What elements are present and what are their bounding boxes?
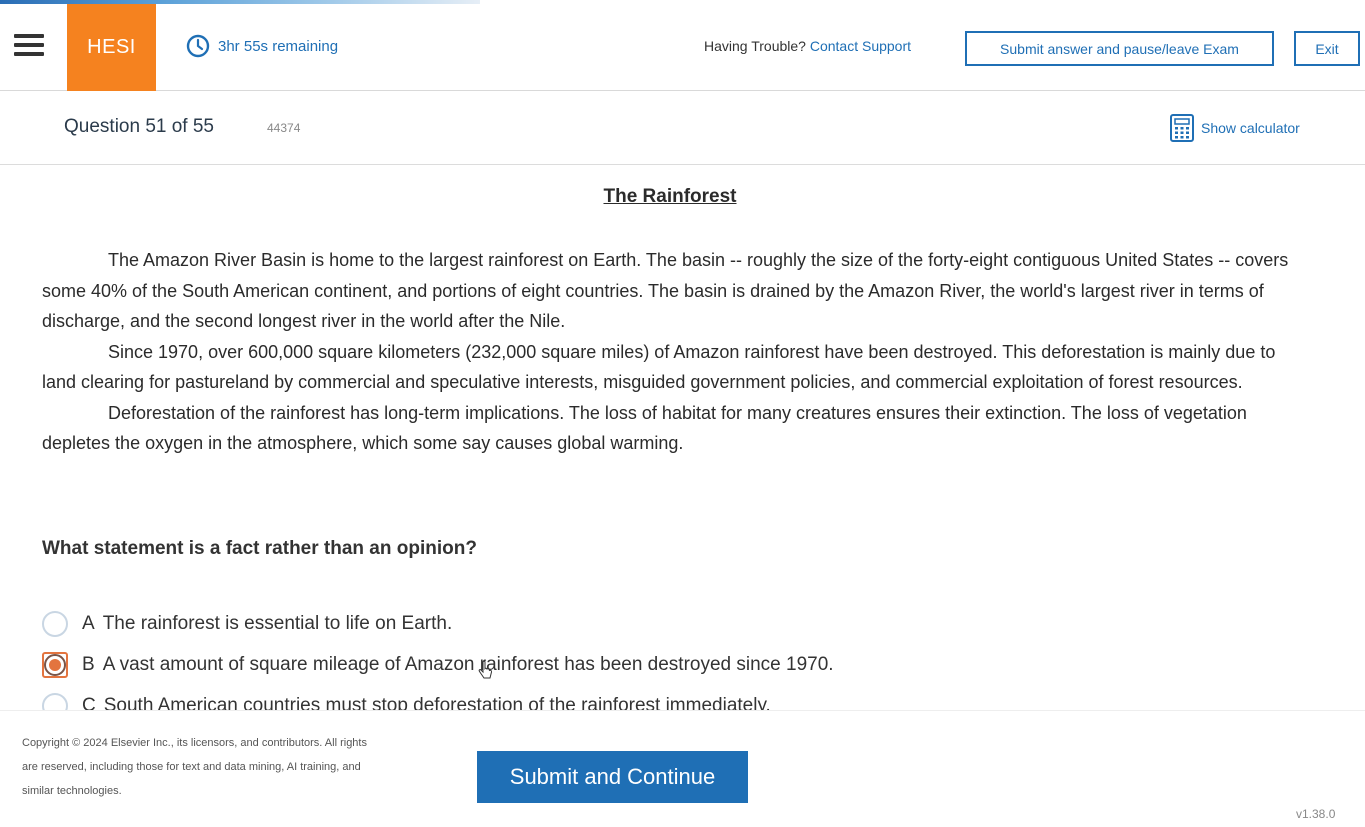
passage-title: The Rainforest (603, 186, 737, 207)
question-id: 44374 (267, 121, 301, 135)
option-b[interactable]: B A vast amount of square mileage of Ama… (42, 644, 1292, 685)
clock-icon (186, 34, 210, 58)
option-text: The rainforest is essential to life on E… (102, 612, 453, 634)
exam-header: HESI 3hr 55s remaining Having Trouble? C… (0, 4, 1365, 91)
mouse-cursor-icon (478, 660, 493, 679)
answer-options: A The rainforest is essential to life on… (42, 603, 1292, 726)
copyright-notice: Copyright © 2024 Elsevier Inc., its lice… (22, 737, 367, 797)
calculator-icon (1170, 114, 1194, 142)
question-subheader: Question 51 of 55 44374 Show calculator (0, 91, 1365, 165)
exam-timer: 3hr 55s remaining (186, 34, 338, 58)
hamburger-menu-icon[interactable] (14, 34, 44, 58)
radio-button[interactable] (42, 610, 68, 637)
option-letter: A (82, 612, 95, 634)
show-calculator-button[interactable]: Show calculator (1169, 113, 1300, 143)
option-letter: B (82, 653, 95, 675)
question-prompt: What statement is a fact rather than an … (42, 538, 477, 559)
version-label: v1.38.0 (1296, 807, 1336, 821)
option-a[interactable]: A The rainforest is essential to life on… (42, 603, 1292, 644)
passage-paragraph: The Amazon River Basin is home to the la… (42, 250, 1289, 331)
contact-support-link[interactable]: Contact Support (810, 38, 911, 54)
help-text: Having Trouble? Contact Support (704, 38, 911, 54)
question-counter: Question 51 of 55 (64, 116, 214, 137)
exit-button[interactable]: Exit (1294, 31, 1360, 66)
reading-passage: The Amazon River Basin is home to the la… (42, 245, 1307, 459)
passage-paragraph: Since 1970, over 600,000 square kilomete… (42, 341, 1276, 393)
submit-and-continue-button[interactable]: Submit and Continue (477, 751, 748, 803)
help-label: Having Trouble? (704, 38, 806, 54)
timer-text: 3hr 55s remaining (218, 37, 339, 55)
hesi-logo: HESI (67, 4, 156, 91)
option-text: A vast amount of square mileage of Amazo… (102, 653, 834, 675)
pause-leave-exam-button[interactable]: Submit answer and pause/leave Exam (965, 31, 1274, 66)
passage-paragraph: Deforestation of the rainforest has long… (42, 402, 1247, 454)
exam-footer: Copyright © 2024 Elsevier Inc., its lice… (0, 710, 1365, 827)
calculator-label: Show calculator (1201, 120, 1300, 136)
radio-button-selected[interactable] (42, 651, 68, 678)
